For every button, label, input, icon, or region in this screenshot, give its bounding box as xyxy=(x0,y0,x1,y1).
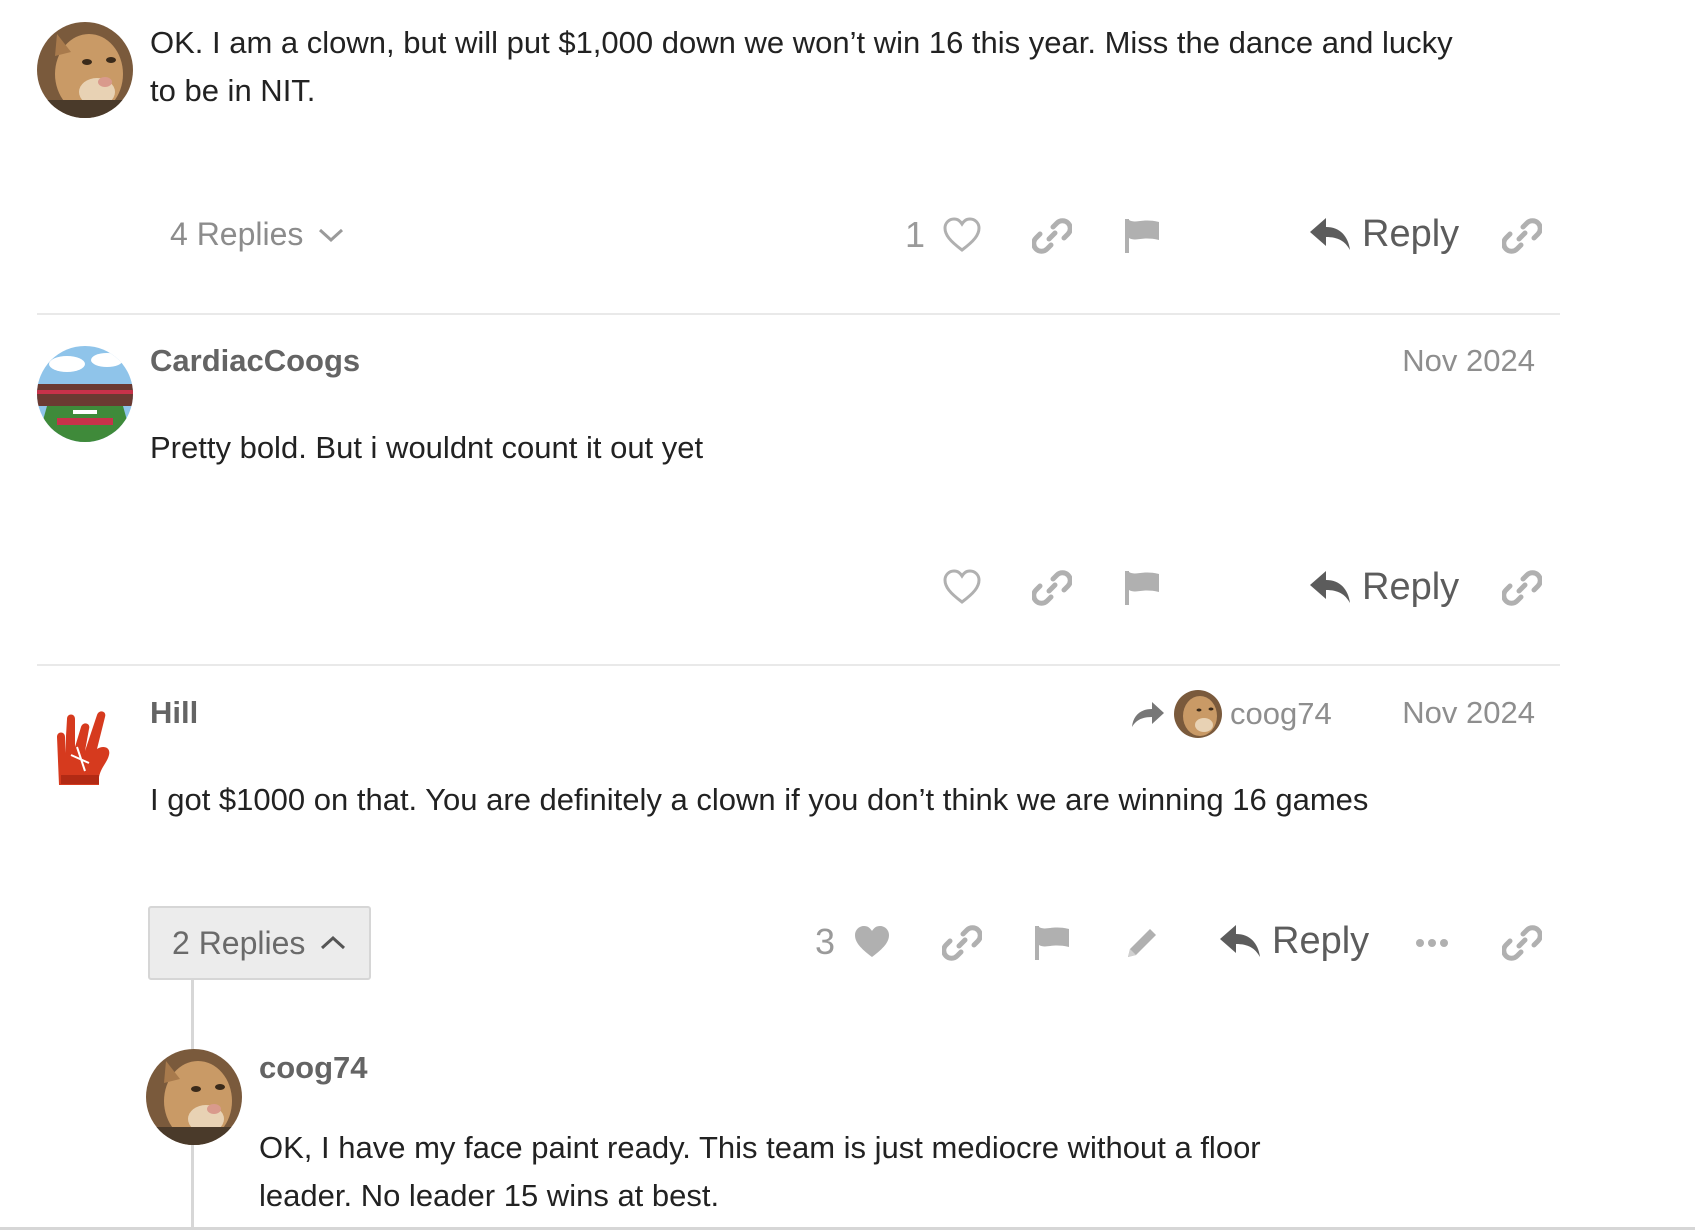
post-username[interactable]: CardiacCoogs xyxy=(150,343,360,379)
link-icon xyxy=(1032,218,1072,254)
topic-thread: OK. I am a clown, but will put $1,000 do… xyxy=(0,0,1695,1230)
flag-button[interactable] xyxy=(1030,921,1074,965)
user-avatar[interactable] xyxy=(37,697,133,793)
user-avatar[interactable] xyxy=(146,1049,242,1145)
share-link-button[interactable] xyxy=(1500,921,1544,965)
like-count: 3 xyxy=(815,921,836,962)
post-text-line: I got $1000 on that. You are definitely … xyxy=(150,782,1369,817)
replies-count-label: 2 Replies xyxy=(172,924,306,961)
heart-outline-icon xyxy=(943,217,981,252)
copy-link-button[interactable] xyxy=(1030,566,1074,610)
flag-button[interactable] xyxy=(1120,566,1164,610)
replies-toggle-button[interactable]: 4 Replies xyxy=(170,216,345,253)
share-link-button[interactable] xyxy=(1500,214,1544,258)
reply-to-tab[interactable]: coog74 xyxy=(1130,690,1332,738)
flag-icon xyxy=(1035,926,1069,960)
like-button[interactable] xyxy=(850,921,894,965)
post-username[interactable]: coog74 xyxy=(259,1050,368,1086)
reply-arrow-icon xyxy=(1220,925,1260,957)
post-body: OK, I have my face paint ready. This tea… xyxy=(259,1124,1459,1220)
user-avatar[interactable] xyxy=(37,346,133,442)
post-body: OK. I am a clown, but will put $1,000 do… xyxy=(150,19,1520,115)
like-button[interactable] xyxy=(940,214,984,258)
stadium-avatar-icon xyxy=(37,346,133,442)
share-link-button[interactable] xyxy=(1500,566,1544,610)
post-body: I got $1000 on that. You are definitely … xyxy=(150,776,1520,824)
cougar-avatar-icon xyxy=(37,22,133,118)
foam-finger-avatar-icon xyxy=(37,697,133,793)
edit-button[interactable] xyxy=(1120,921,1164,965)
link-icon xyxy=(1032,570,1072,606)
post-text-line: Pretty bold. But i wouldnt count it out … xyxy=(150,430,704,465)
post-body: Pretty bold. But i wouldnt count it out … xyxy=(150,424,1520,472)
reply-arrow-icon xyxy=(1310,218,1350,250)
reply-button[interactable]: Reply xyxy=(1308,559,1459,615)
chevron-down-icon xyxy=(319,228,344,242)
heart-outline-icon xyxy=(943,569,981,604)
flag-icon xyxy=(1125,219,1159,253)
share-arrow-icon xyxy=(1132,702,1164,727)
link-icon xyxy=(1502,570,1542,606)
post-divider xyxy=(37,664,1560,666)
more-options-button[interactable] xyxy=(1410,921,1454,965)
ellipsis-icon xyxy=(1416,939,1448,947)
reply-arrow-icon xyxy=(1310,571,1350,603)
post-text-line: OK. I am a clown, but will put $1,000 do… xyxy=(150,25,1453,60)
post-text-line: leader. No leader 15 wins at best. xyxy=(259,1178,720,1213)
post-text-line: to be in NIT. xyxy=(150,73,316,108)
chevron-up-icon xyxy=(321,935,346,950)
post-text-line: OK, I have my face paint ready. This tea… xyxy=(259,1130,1261,1165)
link-icon xyxy=(1502,218,1542,254)
reply-label: Reply xyxy=(1272,919,1370,962)
reply-button[interactable]: Reply xyxy=(1308,206,1459,262)
post-date[interactable]: Nov 2024 xyxy=(1402,343,1535,379)
reply-label: Reply xyxy=(1362,565,1460,608)
cougar-avatar-icon xyxy=(1174,690,1222,738)
link-icon xyxy=(942,925,982,961)
reply-button[interactable]: Reply xyxy=(1218,913,1369,969)
reply-label: Reply xyxy=(1362,212,1460,255)
reply-to-avatar xyxy=(1174,690,1222,738)
post-date[interactable]: Nov 2024 xyxy=(1402,695,1535,731)
link-icon xyxy=(1502,925,1542,961)
reply-to-username: coog74 xyxy=(1230,696,1332,731)
like-count: 1 xyxy=(905,214,926,255)
flag-icon xyxy=(1125,571,1159,605)
pencil-icon xyxy=(1128,929,1156,957)
copy-link-button[interactable] xyxy=(940,921,984,965)
post-username[interactable]: Hill xyxy=(150,695,198,731)
replies-toggle-button[interactable]: 2 Replies xyxy=(148,906,372,980)
like-button[interactable] xyxy=(940,566,984,610)
heart-filled-icon xyxy=(855,926,889,957)
replies-count-label: 4 Replies xyxy=(170,216,304,252)
copy-link-button[interactable] xyxy=(1030,214,1074,258)
cougar-avatar-icon xyxy=(146,1049,242,1145)
user-avatar[interactable] xyxy=(37,22,133,118)
flag-button[interactable] xyxy=(1120,214,1164,258)
post-divider xyxy=(37,313,1560,315)
